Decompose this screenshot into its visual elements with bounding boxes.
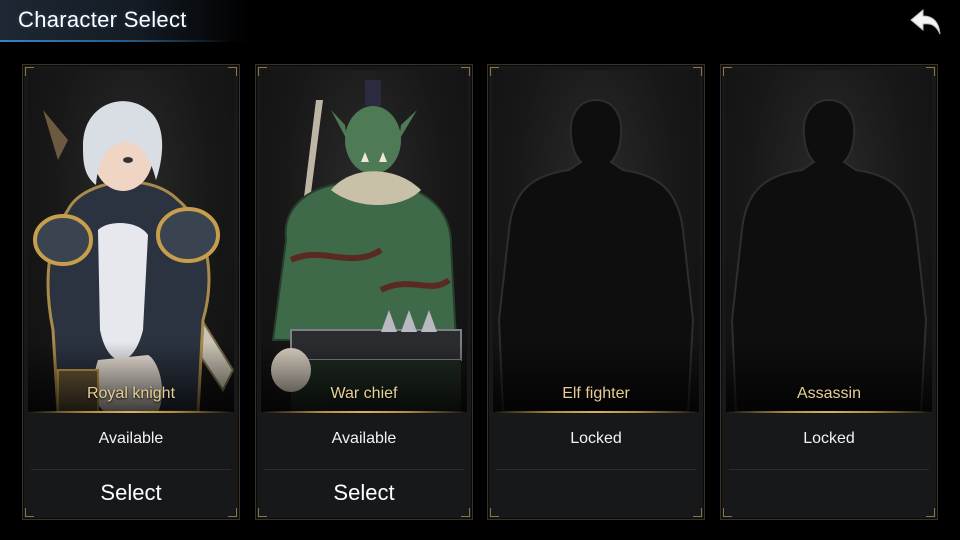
- character-card-war-chief[interactable]: War chief Available Select: [255, 64, 473, 520]
- character-name: War chief: [330, 385, 398, 402]
- card-corner-ornament: [723, 508, 732, 517]
- select-button[interactable]: Select: [31, 473, 231, 513]
- character-name: Royal knight: [86, 385, 176, 402]
- gold-separator: [261, 411, 467, 413]
- gold-separator: [28, 411, 234, 413]
- character-status: Available: [98, 430, 164, 447]
- war-chief-portrait: [261, 70, 467, 412]
- character-name: Elf fighter: [562, 385, 630, 402]
- card-divider: [496, 469, 696, 470]
- gold-separator: [726, 411, 932, 413]
- character-card-elf-fighter[interactable]: Elf fighter Locked: [487, 64, 705, 520]
- character-card-list: Royal knight Available Select War chief …: [0, 0, 960, 540]
- character-name: Assassin: [796, 385, 862, 402]
- character-status: Locked: [570, 430, 622, 447]
- card-divider: [729, 469, 929, 470]
- gold-separator: [493, 411, 699, 413]
- card-corner-ornament: [490, 508, 499, 517]
- character-card-assassin[interactable]: Assassin Locked: [720, 64, 938, 520]
- character-status: Available: [331, 430, 397, 447]
- royal-knight-portrait: [28, 70, 234, 412]
- select-button[interactable]: Select: [264, 473, 464, 513]
- card-divider: [31, 469, 231, 470]
- card-corner-ornament: [926, 508, 935, 517]
- locked-silhouette-portrait: [726, 70, 932, 412]
- card-divider: [264, 469, 464, 470]
- card-corner-ornament: [693, 508, 702, 517]
- locked-silhouette-portrait: [493, 70, 699, 412]
- character-card-royal-knight[interactable]: Royal knight Available Select: [22, 64, 240, 520]
- character-status: Locked: [803, 430, 855, 447]
